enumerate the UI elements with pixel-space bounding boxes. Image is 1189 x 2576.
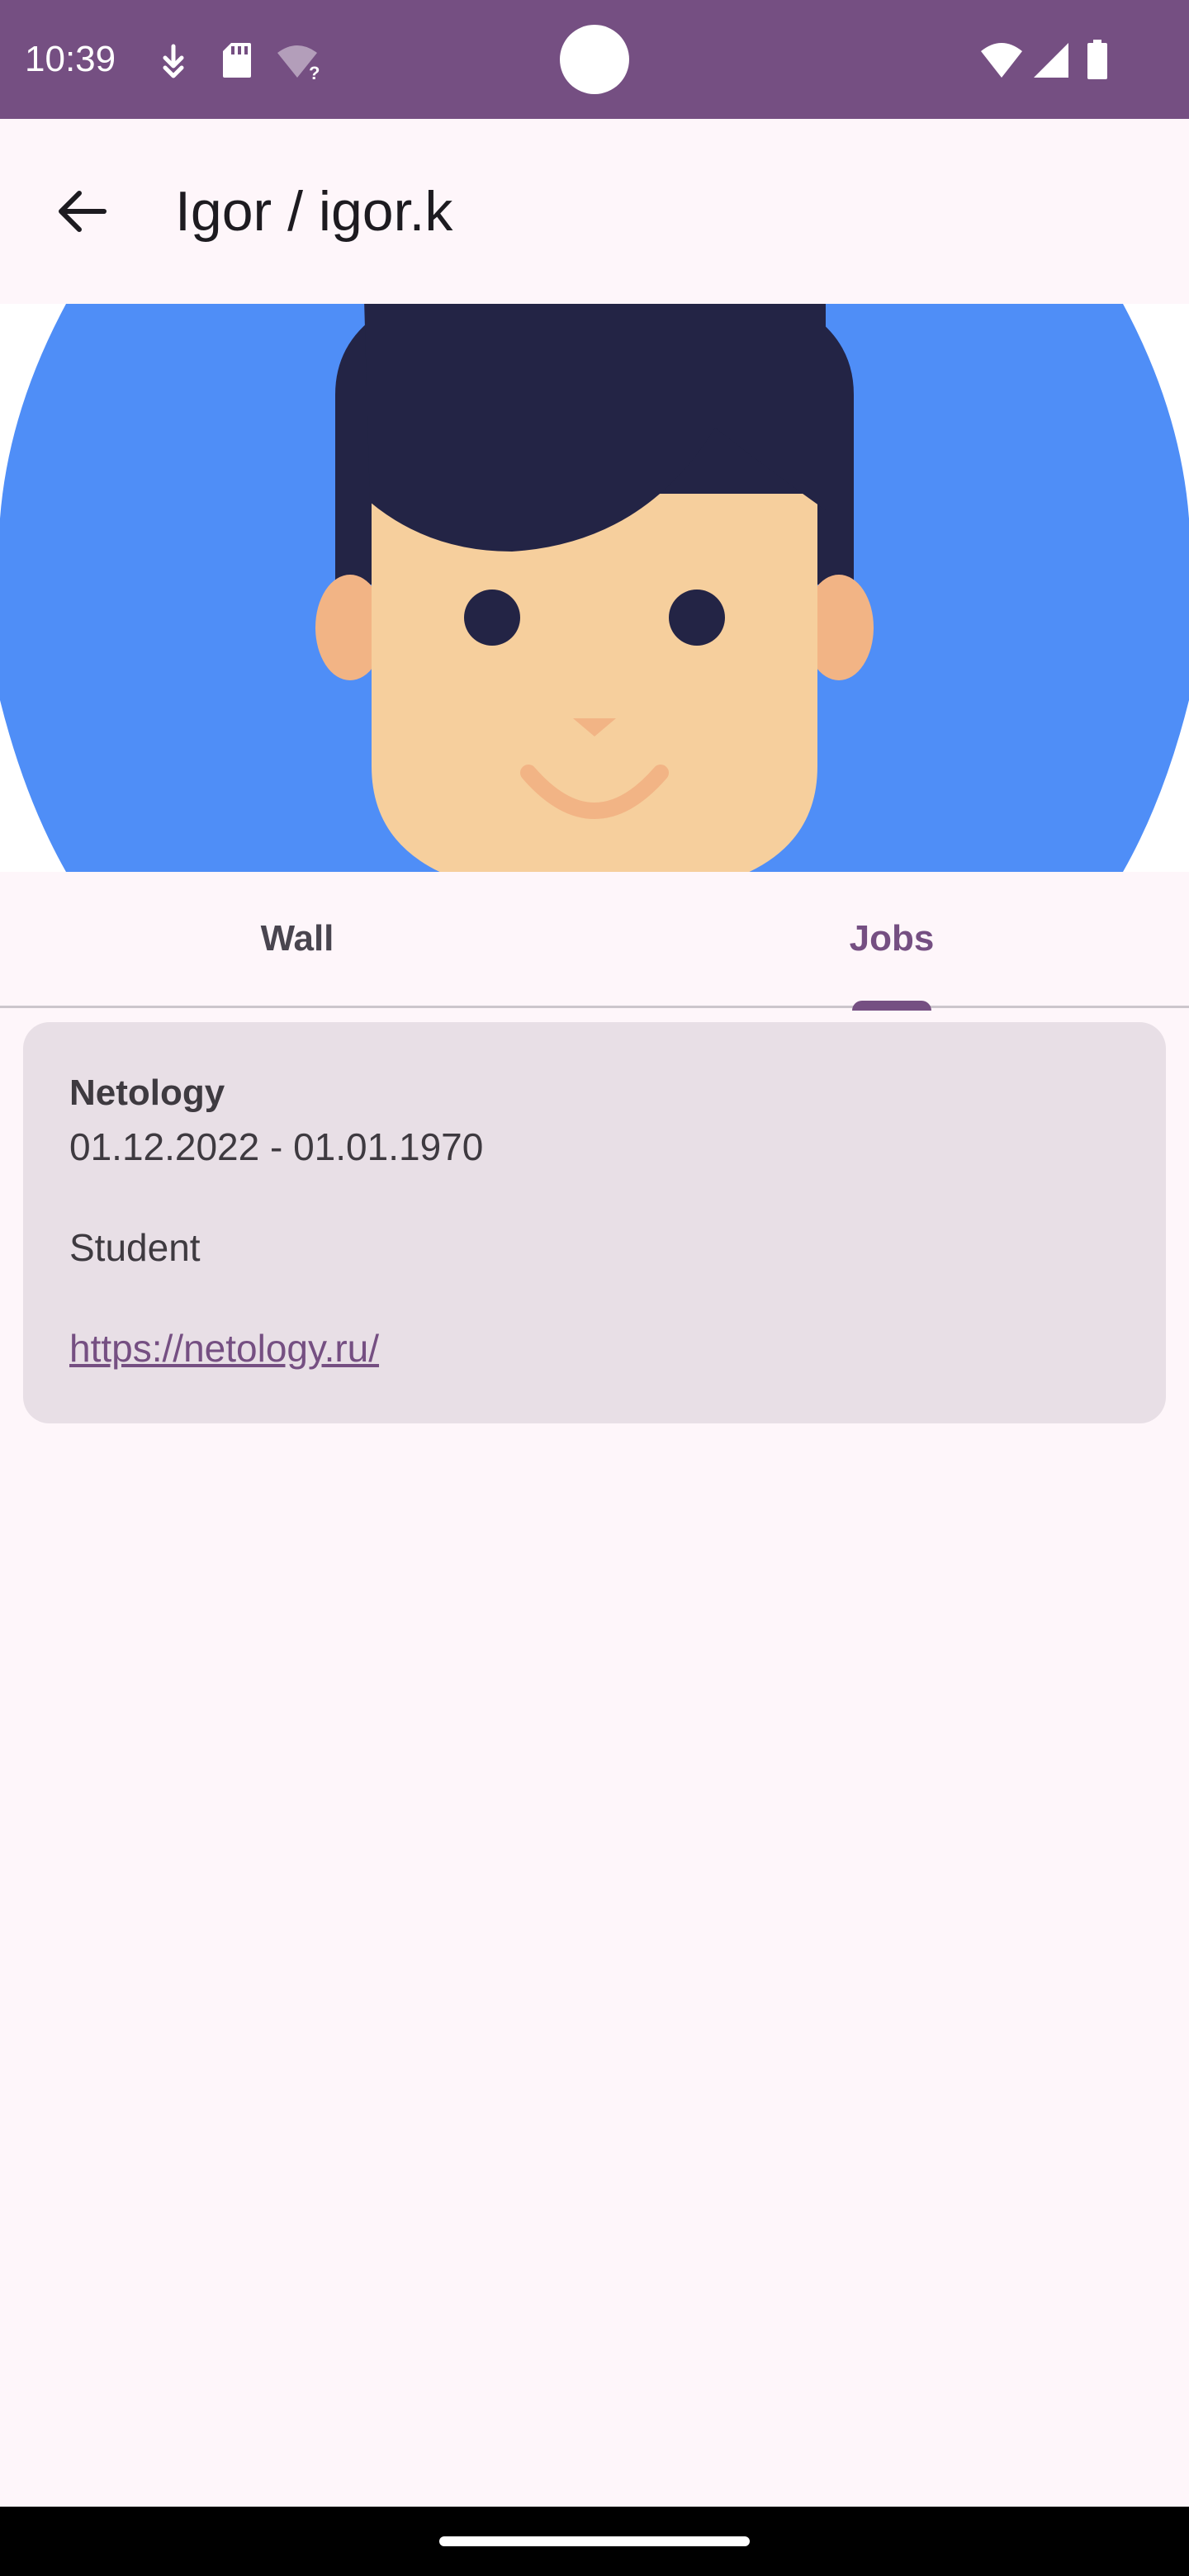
camera-cutout (560, 25, 629, 94)
tab-bar: Wall Jobs (0, 872, 1189, 1008)
job-position: Student (69, 1226, 201, 1269)
sd-card-icon (223, 43, 251, 78)
user-avatar-illustration (0, 304, 1189, 872)
home-indicator[interactable] (439, 2536, 750, 2546)
job-card[interactable]: Netology 01.12.2022 - 01.01.1970 Student… (23, 1022, 1166, 1423)
job-link[interactable]: https://netology.ru/ (69, 1324, 379, 1372)
tab-wall[interactable]: Wall (0, 872, 594, 1006)
wifi-unknown-icon: ? (277, 45, 320, 81)
status-time: 10:39 (25, 39, 116, 79)
back-button[interactable] (33, 162, 132, 261)
tab-indicator (852, 1001, 931, 1011)
job-company: Netology (69, 1073, 225, 1113)
wifi-icon (981, 43, 1022, 78)
system-navigation-bar (0, 2507, 1189, 2576)
top-app-bar: Igor / igor.k (0, 119, 1189, 304)
battery-icon (1087, 40, 1107, 79)
avatar (0, 304, 1189, 872)
tab-jobs[interactable]: Jobs (594, 872, 1189, 1006)
job-dates: 01.12.2022 - 01.01.1970 (69, 1125, 484, 1168)
status-bar: 10:39 ? (0, 0, 1189, 119)
page-title: Igor / igor.k (175, 180, 453, 243)
download-icon (163, 44, 184, 78)
arrow-back-icon (59, 191, 107, 232)
cellular-signal-icon (1034, 43, 1068, 78)
svg-text:?: ? (309, 63, 320, 81)
